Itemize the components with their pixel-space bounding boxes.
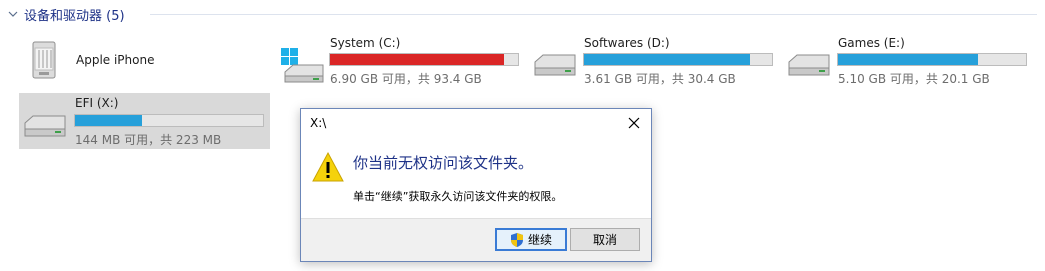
drive-softwares-d[interactable]: Softwares (D:) 3.61 GB 可用，共 30.4 GB (529, 36, 779, 86)
dialog-message: 你当前无权访问该文件夹。 (353, 154, 534, 172)
drive-efi-x[interactable]: EFI (X:) 144 MB 可用，共 223 MB (19, 93, 270, 149)
drive-usage-bar (329, 53, 519, 66)
device-apple-iphone[interactable]: Apple iPhone (19, 36, 269, 86)
drive-usage-bar (74, 114, 264, 127)
uac-shield-icon (510, 232, 523, 247)
continue-label: 继续 (527, 233, 552, 247)
hard-drive-icon (24, 115, 66, 137)
drive-name: System (C:) (330, 36, 401, 50)
device-name: Apple iPhone (76, 53, 155, 67)
drive-system-c[interactable]: System (C:) 6.90 GB 可用，共 93.4 GB (275, 36, 525, 86)
drive-name: EFI (X:) (75, 96, 119, 110)
group-divider (150, 14, 1037, 15)
continue-button[interactable]: 继续 (495, 228, 567, 251)
dialog-detail: 单击“继续”获取永久访问该文件夹的权限。 (353, 190, 563, 203)
group-header[interactable]: 设备和驱动器 (5) (6, 4, 125, 24)
drive-games-e[interactable]: Games (E:) 5.10 GB 可用，共 20.1 GB (783, 36, 1033, 86)
warning-icon (312, 151, 344, 182)
windows-drive-icon (281, 48, 324, 83)
drive-free-space: 6.90 GB 可用，共 93.4 GB (330, 72, 482, 86)
drive-usage-fill (75, 115, 142, 126)
drive-usage-bar (837, 53, 1027, 66)
drive-name: Softwares (D:) (584, 36, 670, 50)
drive-name: Games (E:) (838, 36, 905, 50)
drive-usage-fill (584, 54, 750, 65)
dialog-footer: 继续 取消 (301, 218, 651, 261)
group-title: 设备和驱动器 (5) (24, 8, 125, 24)
close-button[interactable] (623, 113, 645, 133)
portable-device-icon (32, 41, 56, 79)
drive-free-space: 144 MB 可用，共 223 MB (75, 133, 222, 147)
access-denied-dialog: X:\ 你当前无权访问该文件夹。 单击“继续”获取永久访问该文件夹的权限。 继续… (300, 108, 652, 262)
drive-usage-fill (330, 54, 505, 65)
cancel-label: 取消 (592, 233, 617, 247)
drive-usage-fill (838, 54, 979, 65)
chevron-down-icon (8, 11, 18, 17)
hard-drive-icon (534, 54, 576, 76)
cancel-button[interactable]: 取消 (570, 228, 640, 251)
drive-free-space: 5.10 GB 可用，共 20.1 GB (838, 72, 990, 86)
drive-free-space: 3.61 GB 可用，共 30.4 GB (584, 72, 736, 86)
close-icon (628, 117, 640, 129)
hard-drive-icon (788, 54, 830, 76)
dialog-title: X:\ (310, 116, 327, 130)
drive-usage-bar (583, 53, 773, 66)
